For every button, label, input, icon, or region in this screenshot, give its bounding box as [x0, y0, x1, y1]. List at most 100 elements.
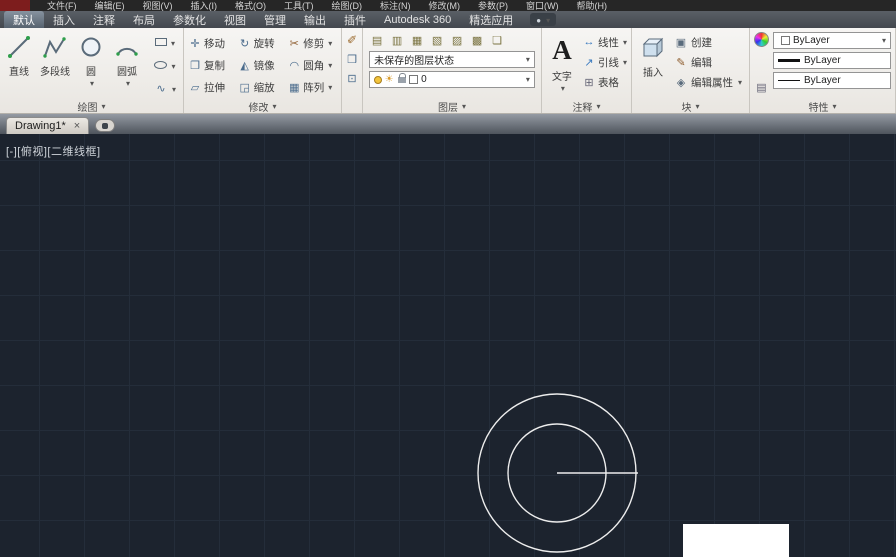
clipboard-icon[interactable] [345, 53, 359, 66]
circle-button[interactable]: 圆 [74, 31, 108, 99]
panel-label-block[interactable]: 块 [632, 100, 749, 113]
leader-button[interactable]: 引线 [582, 52, 627, 72]
match-properties-icon[interactable] [345, 33, 359, 47]
spline-button[interactable] [149, 77, 181, 99]
rotate-button[interactable]: 旋转 [238, 32, 288, 54]
menu-window[interactable]: 窗口(W) [517, 0, 568, 11]
tab-autodesk360[interactable]: Autodesk 360 [375, 11, 460, 28]
tab-annotate[interactable]: 注释 [84, 11, 124, 28]
layer-state-dropdown[interactable]: 未保存的图层状态 [369, 51, 535, 68]
panel-label-layers[interactable]: 图层 [363, 100, 541, 113]
tab-view[interactable]: 视图 [215, 11, 255, 28]
trim-button[interactable]: 修剪 [287, 32, 337, 54]
tab-plugins[interactable]: 插件 [335, 11, 375, 28]
layer-on-icon[interactable] [374, 76, 382, 84]
copy-button[interactable]: 复制 [188, 54, 238, 76]
chevron-down-icon[interactable] [559, 83, 565, 94]
menu-file[interactable]: 文件(F) [38, 0, 86, 11]
array-button[interactable]: 阵列 [287, 76, 337, 98]
stretch-button[interactable]: 拉伸 [188, 76, 238, 98]
properties-list-icon[interactable] [755, 81, 769, 94]
spline-icon [154, 82, 168, 95]
fillet-label: 圆角 [303, 58, 324, 73]
app-logo[interactable] [0, 0, 30, 11]
layer-properties-icon[interactable] [369, 34, 385, 47]
layer-off-icon[interactable] [389, 34, 405, 47]
layer-make-current-icon[interactable] [489, 34, 505, 47]
layer-thaw-icon[interactable] [382, 74, 396, 85]
layer-lock-icon[interactable] [449, 34, 465, 47]
table-button[interactable]: 表格 [582, 72, 627, 92]
polyline-button[interactable]: 多段线 [38, 31, 72, 99]
menu-draw[interactable]: 绘图(D) [323, 0, 372, 11]
panel-label-draw[interactable]: 绘图 [0, 100, 183, 113]
tab-manage[interactable]: 管理 [255, 11, 295, 28]
drawing-tab[interactable]: Drawing1* [6, 117, 89, 134]
ellipse-button[interactable] [149, 54, 181, 76]
panel-label-annotate[interactable]: 注释 [542, 100, 631, 113]
tab-parametric[interactable]: 参数化 [164, 11, 215, 28]
panel-label-draw-text: 绘图 [77, 99, 97, 114]
layer-isolate-icon[interactable] [409, 34, 425, 47]
linear-dimension-button[interactable]: 线性 [582, 32, 627, 52]
array-icon [287, 81, 301, 94]
menu-insert[interactable]: 插入(I) [182, 0, 227, 11]
edit-attributes-button[interactable]: 编辑属性 [674, 72, 742, 92]
rectangle-button[interactable] [149, 31, 181, 53]
move-icon [188, 37, 202, 50]
chevron-down-icon[interactable] [88, 78, 94, 89]
layer-freeze-icon[interactable] [429, 34, 445, 47]
a360-sync-button[interactable] [530, 13, 556, 26]
panel-label-properties[interactable]: 特性 [750, 100, 895, 113]
layer-color-swatch [409, 75, 418, 84]
menu-dimension[interactable]: 标注(N) [371, 0, 420, 11]
tab-layout[interactable]: 布局 [124, 11, 164, 28]
create-block-button[interactable]: 创建 [674, 32, 742, 52]
drawing-tab-label: Drawing1* [15, 120, 66, 132]
menu-parametric[interactable]: 参数(P) [469, 0, 517, 11]
insert-block-button[interactable]: 插入 [636, 32, 670, 100]
chevron-down-icon[interactable] [124, 78, 130, 89]
edit-block-button[interactable]: 编辑 [674, 52, 742, 72]
drawing-canvas[interactable]: [-][俯视][二维线框] [0, 134, 896, 557]
copy-label: 复制 [204, 58, 225, 73]
stretch-label: 拉伸 [204, 80, 225, 95]
linetype-dropdown[interactable]: ByLayer [773, 72, 891, 89]
layer-dropdown[interactable]: 0 [369, 71, 535, 88]
menu-format[interactable]: 格式(O) [226, 0, 275, 11]
layer-unlock-icon[interactable] [398, 77, 406, 83]
panel-label-modify[interactable]: 修改 [184, 100, 341, 113]
panel-label-layers-text: 图层 [438, 99, 458, 114]
color-wheel-icon[interactable] [754, 32, 769, 47]
rectangle-icon [155, 38, 167, 46]
chevron-down-icon [524, 54, 530, 65]
text-button[interactable]: A 文字 [546, 32, 578, 100]
close-tab-icon[interactable] [74, 120, 80, 132]
menu-help[interactable]: 帮助(H) [568, 0, 617, 11]
fillet-button[interactable]: 圆角 [287, 54, 337, 76]
tab-insert[interactable]: 插入 [44, 11, 84, 28]
tab-output[interactable]: 输出 [295, 11, 335, 28]
current-layer-name: 0 [421, 74, 427, 85]
move-button[interactable]: 移动 [188, 32, 238, 54]
mirror-button[interactable]: 镜像 [238, 54, 288, 76]
menu-tools[interactable]: 工具(T) [275, 0, 323, 11]
object-color-value: ByLayer [793, 35, 830, 46]
menu-modify[interactable]: 修改(M) [420, 0, 470, 11]
paste-icon[interactable] [345, 72, 359, 85]
line-button[interactable]: 直线 [2, 31, 36, 99]
tab-home[interactable]: 默认 [4, 11, 44, 28]
menu-view[interactable]: 视图(V) [134, 0, 182, 11]
viewport-controls[interactable]: [-][俯视][二维线框] [6, 143, 101, 159]
object-color-dropdown[interactable]: ByLayer [773, 32, 891, 49]
new-drawing-button[interactable] [95, 119, 115, 132]
linetype-sample-icon [778, 80, 800, 81]
stretch-icon [188, 81, 202, 94]
menu-edit[interactable]: 编辑(E) [86, 0, 134, 11]
tab-featured-apps[interactable]: 精选应用 [460, 11, 522, 28]
lineweight-dropdown[interactable]: ByLayer [773, 52, 891, 69]
arc-button[interactable]: 圆弧 [110, 31, 144, 99]
scale-button[interactable]: 缩放 [238, 76, 288, 98]
rotate-label: 旋转 [254, 36, 275, 51]
layer-match-icon[interactable] [469, 34, 485, 47]
